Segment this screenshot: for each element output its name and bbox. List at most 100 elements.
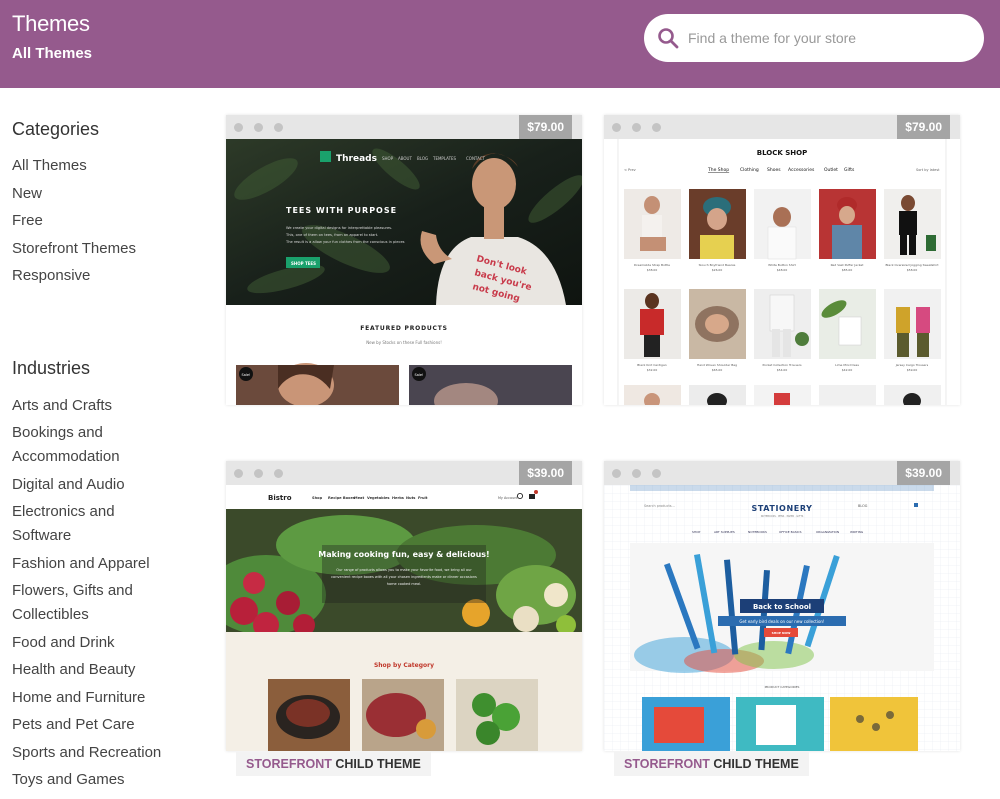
window-dot (254, 469, 263, 478)
bistro-account: My Account (498, 496, 518, 500)
product-price: $59.00 (907, 368, 918, 372)
stationery-nav-item: SHOP (692, 530, 701, 534)
browser-bar: $39.00 (226, 461, 582, 485)
industry-label-line: Flowers, Gifts and (12, 582, 133, 599)
stationery-hero-title: Back to School (753, 603, 811, 611)
window-dot (274, 123, 283, 132)
sale-badge: Sale! (415, 373, 424, 377)
search-input[interactable] (688, 22, 968, 54)
theme-card-bistro[interactable]: $39.00 Bistro Shop Recipe Boxes Meat Veg… (226, 461, 582, 751)
stationery-nav-item: NOTEBOOKS (748, 530, 767, 534)
product-price: $42.00 (842, 368, 853, 372)
stationery-account: BLOG (858, 504, 868, 508)
window-dot (632, 469, 641, 478)
block-shop-nav-item: The Shop (707, 167, 729, 173)
page-header: Themes All Themes (0, 0, 1000, 88)
product-name: Lime Mini Dress (835, 363, 859, 367)
theme-screenshot-block-shop[interactable]: BLOCK SHOP < Prev The Shop Clothing Shoe… (604, 139, 960, 405)
search-box[interactable] (644, 14, 984, 62)
label-accent: STOREFRONT (246, 757, 332, 771)
threads-nav-item: BLOG (417, 156, 428, 161)
industry-label-line: Bookings and (12, 424, 103, 441)
industry-label-line: Electronics and (12, 503, 115, 520)
industry-digital-and-audio[interactable]: Digital and Audio (12, 473, 125, 497)
category-all-themes[interactable]: All Themes (12, 154, 87, 178)
block-shop-logo: BLOCK SHOP (757, 149, 807, 157)
window-dot (234, 469, 243, 478)
price-badge: $39.00 (519, 461, 572, 485)
threads-hero-line: We create your digital designs for inter… (286, 226, 392, 230)
page-title: Themes (12, 11, 90, 36)
theme-screenshot-threads[interactable]: Don't look back you're not going Threads… (226, 139, 582, 405)
product-price: $85.00 (842, 268, 853, 272)
block-shop-nav-item: Shoes (767, 167, 781, 173)
product-name: Slouch Boyfriend Beanie (699, 263, 736, 267)
category-responsive[interactable]: Responsive (12, 264, 90, 288)
industry-pets[interactable]: Pets and Pet Care (12, 713, 135, 737)
bistro-nav-item: Fruit (418, 496, 428, 500)
browser-bar: $79.00 (604, 115, 960, 139)
theme-card-block-shop[interactable]: $79.00 BLOCK SHOP < Prev The Shop Clothi… (604, 115, 960, 405)
storefront-child-theme-label: STOREFRONT CHILD THEME (614, 752, 809, 776)
threads-section-sub: New by Stocks on these Full fashions! (366, 340, 442, 345)
stationery-section-title: PRODUCT CATEGORIES (765, 685, 800, 689)
search-icon[interactable] (656, 26, 680, 50)
bistro-nav-item: Nuts (406, 496, 415, 500)
product-price: $26.00 (712, 268, 723, 272)
theme-card-stationery[interactable]: $39.00 Search products... STATIONERY NOT… (604, 461, 960, 751)
product-name: Black Oversized Jogging Sweatshirt (885, 263, 939, 267)
category-new[interactable]: New (12, 182, 42, 206)
threads-nav-item: CONTACT (466, 156, 486, 161)
industry-flowers-gifts[interactable]: Flowers, Gifts and Collectibles (12, 579, 133, 627)
stationery-tagline: NOTEBOOKS · PENS · PAPER · GIFTS (761, 515, 804, 518)
product-name: Black Knit Cardigan (637, 363, 666, 367)
industry-electronics[interactable]: Electronics and Software (12, 500, 115, 548)
threads-logo: Threads (336, 154, 377, 164)
window-dot (612, 469, 621, 478)
browser-bar: $39.00 (604, 461, 960, 485)
price-badge: $79.00 (897, 115, 950, 139)
theme-screenshot-bistro[interactable]: Bistro Shop Recipe Boxes Meat Vegetables… (226, 485, 582, 751)
block-shop-nav-item: Accessories (788, 167, 815, 173)
industry-bookings[interactable]: Bookings and Accommodation (12, 421, 120, 469)
block-shop-prev: < Prev (624, 168, 636, 172)
label-accent: STOREFRONT (624, 757, 710, 771)
product-name: Dreamslide Strap Bottle (634, 263, 670, 267)
breadcrumb-all-themes[interactable]: All Themes (12, 45, 92, 62)
industry-toys[interactable]: Toys and Games (12, 768, 125, 792)
industry-health-and-beauty[interactable]: Health and Beauty (12, 658, 135, 682)
threads-hero-line: The result is a allow your fun clothes f… (285, 240, 405, 244)
theme-screenshot-stationery[interactable]: Search products... STATIONERY NOTEBOOKS … (604, 485, 960, 751)
bistro-hero-line: convenient recipe boxes with all your ch… (331, 575, 477, 579)
industry-sports[interactable]: Sports and Recreation (12, 741, 161, 765)
stationery-nav-item: WRITING (850, 530, 864, 534)
bistro-nav-item: Vegetables (367, 496, 390, 500)
window-dot (632, 123, 641, 132)
threads-nav-item: TEMPLATES (432, 156, 457, 161)
industry-label-line: Accommodation (12, 448, 120, 465)
label-rest: CHILD THEME (331, 757, 421, 771)
product-price: $48.00 (777, 268, 788, 272)
industry-arts-and-crafts[interactable]: Arts and Crafts (12, 394, 112, 418)
product-name: White Button Shirt (768, 263, 797, 267)
product-name: Red Vest Puffer Jacket (831, 263, 865, 267)
theme-card-threads[interactable]: $79.00 Don't look back you're not going … (226, 115, 582, 405)
label-rest: CHILD THEME (709, 757, 799, 771)
window-dot (234, 123, 243, 132)
product-price: $58.00 (907, 268, 918, 272)
industry-home-and-furniture[interactable]: Home and Furniture (12, 686, 145, 710)
block-shop-sort: Sort by latest (916, 168, 940, 172)
product-name: Hand Woven Shoulder Bag (697, 363, 737, 367)
price-badge: $39.00 (897, 461, 950, 485)
industry-food-and-drink[interactable]: Food and Drink (12, 631, 115, 655)
product-price: $32.00 (647, 368, 658, 372)
industry-fashion[interactable]: Fashion and Apparel (12, 552, 150, 576)
stationery-hero-button: SHOP NOW (772, 631, 792, 635)
industry-label-line: Software (12, 527, 72, 544)
bistro-nav-item: Recipe Boxes (328, 496, 355, 500)
bistro-hero-line: Our range of products allows you to make… (336, 568, 472, 572)
category-free[interactable]: Free (12, 209, 43, 233)
threads-section-title: FEATURED PRODUCTS (360, 325, 448, 332)
categories-heading: Categories (12, 119, 100, 139)
category-storefront-themes[interactable]: Storefront Themes (12, 237, 136, 261)
